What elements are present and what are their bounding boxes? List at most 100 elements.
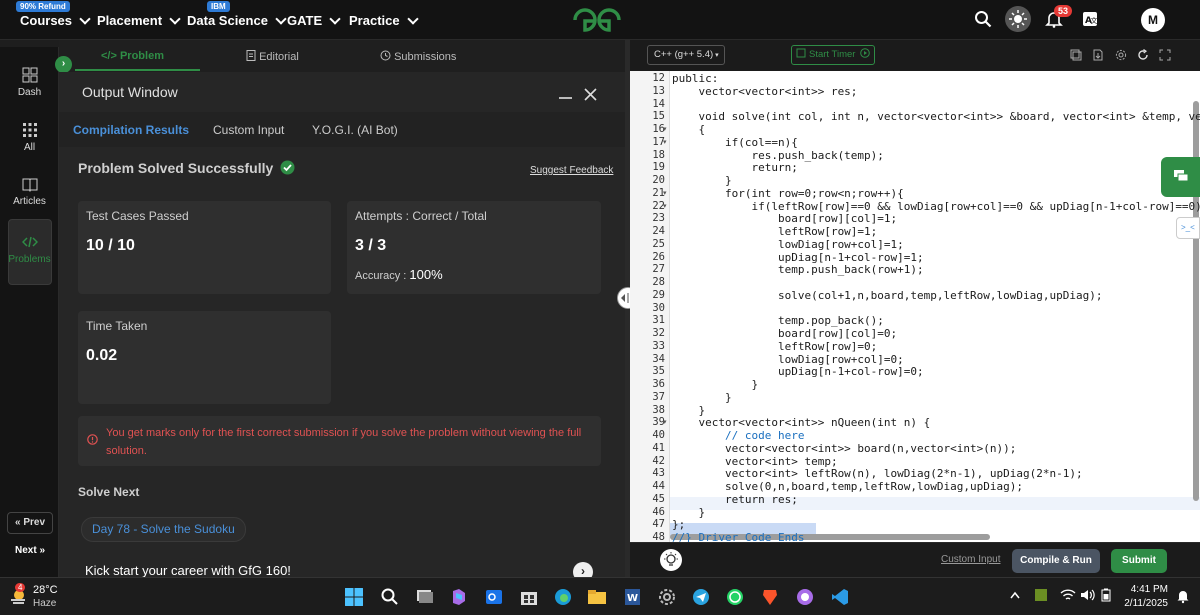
- suggest-feedback-link[interactable]: Suggest Feedback: [530, 165, 613, 176]
- sidebar-item-all[interactable]: All: [0, 122, 59, 153]
- vscode-icon[interactable]: [830, 587, 850, 607]
- code-editor[interactable]: 12 13 14 15 16 ▾ 17 ▾ 18 19 20 21 ▾ 22 ▾ 23 24 25 26 27 28 29…: [630, 71, 1200, 542]
- code-line[interactable]: res.push_back(temp);: [672, 149, 883, 162]
- fold-toggle-icon[interactable]: ▾: [663, 138, 667, 146]
- settings-icon[interactable]: [1115, 49, 1127, 61]
- translate-icon[interactable]: A文: [1082, 11, 1098, 27]
- code-line[interactable]: temp.push_back(row+1);: [672, 263, 924, 276]
- gfg-logo-icon[interactable]: [572, 7, 622, 33]
- code-line[interactable]: lowDiag[row+col]=1;: [672, 238, 904, 251]
- code-line[interactable]: // code here: [672, 429, 804, 442]
- nav-data-science[interactable]: Data Science: [187, 12, 287, 28]
- code-assist-icon[interactable]: >_<: [1176, 217, 1200, 239]
- next-button[interactable]: Next »: [7, 541, 53, 563]
- nav-courses[interactable]: Courses: [20, 12, 91, 28]
- code-line[interactable]: solve(col+1,n,board,temp,leftRow,lowDiag…: [672, 289, 1103, 302]
- code-line[interactable]: lowDiag[row+col]=0;: [672, 353, 904, 366]
- code-line[interactable]: {: [672, 123, 705, 136]
- code-line[interactable]: temp.pop_back();: [672, 314, 884, 327]
- code-line[interactable]: solve(0,n,board,temp,leftRow,lowDiag,upD…: [672, 480, 1023, 493]
- word-icon[interactable]: W: [622, 587, 642, 607]
- nav-gate[interactable]: GATE: [287, 12, 341, 28]
- telegram-icon[interactable]: [691, 587, 711, 607]
- close-icon[interactable]: [584, 88, 597, 101]
- code-line[interactable]: }: [672, 506, 705, 519]
- custom-input-link[interactable]: Custom Input: [941, 554, 1000, 565]
- language-select[interactable]: C++ (g++ 5.4) ▾: [647, 45, 725, 65]
- user-avatar[interactable]: M: [1141, 8, 1165, 32]
- sidebar-item-articles[interactable]: Articles: [0, 176, 59, 207]
- code-line[interactable]: }: [672, 378, 758, 391]
- fold-toggle-icon[interactable]: ▾: [663, 189, 667, 197]
- file-download-icon[interactable]: [1092, 49, 1104, 61]
- store-icon[interactable]: [519, 587, 539, 607]
- code-line[interactable]: }: [672, 404, 705, 417]
- notification-bell-icon[interactable]: [1176, 588, 1190, 604]
- code-line[interactable]: vector<vector<int>> res;: [672, 85, 857, 98]
- prev-button[interactable]: « Prev: [7, 512, 53, 534]
- tab-editorial[interactable]: Editorial: [246, 50, 299, 63]
- tab-problem[interactable]: </> Problem: [101, 50, 164, 62]
- edge-icon[interactable]: [553, 587, 573, 607]
- tab-submissions[interactable]: Submissions: [380, 50, 456, 63]
- expand-sidebar-icon[interactable]: ›: [55, 56, 72, 73]
- submit-button[interactable]: Submit: [1111, 549, 1167, 573]
- start-timer-button[interactable]: Start Timer: [791, 45, 875, 65]
- volume-icon[interactable]: [1080, 588, 1096, 602]
- subtab-compilation-results[interactable]: Compilation Results: [73, 123, 189, 137]
- code-line[interactable]: upDiag[n-1+col-row]=0;: [672, 365, 924, 378]
- code-line[interactable]: board[row][col]=0;: [672, 327, 897, 340]
- code-line[interactable]: vector<int> leftRow(n), lowDiag(2*n-1), …: [672, 467, 1083, 480]
- fold-toggle-icon[interactable]: ▾: [663, 418, 667, 426]
- code-line[interactable]: //} Driver Code Ends: [672, 531, 804, 542]
- sidebar-item-problems[interactable]: Problems: [0, 234, 59, 265]
- windows-start-icon[interactable]: [344, 587, 364, 607]
- code-line[interactable]: return res;: [672, 493, 798, 506]
- sidebar-item-dash[interactable]: Dash: [0, 67, 59, 98]
- fold-toggle-icon[interactable]: ▾: [663, 202, 667, 210]
- code-line[interactable]: return;: [672, 161, 797, 174]
- tray-app-icon[interactable]: [1034, 588, 1048, 602]
- nav-placement[interactable]: Placement: [97, 12, 181, 28]
- code-line[interactable]: void solve(int col, int n, vector<vector…: [672, 110, 1200, 123]
- code-line[interactable]: upDiag[n-1+col-row]=1;: [672, 251, 924, 264]
- battery-icon[interactable]: [1100, 588, 1112, 602]
- copy-icon[interactable]: [1070, 49, 1082, 61]
- code-line[interactable]: public:: [672, 72, 718, 85]
- code-line[interactable]: }: [672, 391, 732, 404]
- chevron-up-icon[interactable]: [1010, 591, 1020, 599]
- code-line[interactable]: board[row][col]=1;: [672, 212, 897, 225]
- wifi-icon[interactable]: [1060, 588, 1076, 602]
- theme-toggle-button[interactable]: [1005, 6, 1031, 32]
- whatsapp-icon[interactable]: [725, 587, 745, 607]
- code-line[interactable]: };: [672, 518, 685, 531]
- code-line[interactable]: for(int row=0;row<n;row++){: [672, 187, 904, 200]
- file-explorer-icon[interactable]: [587, 587, 607, 607]
- github-icon[interactable]: [795, 587, 815, 607]
- minimize-icon[interactable]: [559, 97, 572, 99]
- fullscreen-icon[interactable]: [1159, 49, 1171, 61]
- reset-icon[interactable]: [1137, 49, 1149, 61]
- code-line[interactable]: if(leftRow[row]==0 && lowDiag[row+col]==…: [672, 200, 1200, 213]
- subtab-custom-input[interactable]: Custom Input: [213, 123, 284, 137]
- search-icon[interactable]: [974, 10, 992, 28]
- task-view-icon[interactable]: [415, 587, 435, 607]
- next-problem-chip[interactable]: Day 78 - Solve the Sudoku: [81, 517, 246, 542]
- code-line[interactable]: if(col==n){: [672, 136, 798, 149]
- copilot-icon[interactable]: [449, 587, 469, 607]
- outlook-icon[interactable]: [484, 587, 504, 607]
- compile-run-button[interactable]: Compile & Run: [1012, 549, 1100, 573]
- brave-browser-icon[interactable]: [760, 587, 780, 607]
- lightbulb-button[interactable]: [660, 549, 682, 571]
- settings-gear-icon[interactable]: [657, 587, 677, 607]
- code-line[interactable]: leftRow[row]=1;: [672, 225, 877, 238]
- subtab-yogi-bot[interactable]: Y.O.G.I. (AI Bot): [312, 123, 398, 137]
- code-line[interactable]: vector<int> temp;: [672, 455, 838, 468]
- code-line[interactable]: vector<vector<int>> nQueen(int n) {: [672, 416, 930, 429]
- code-line[interactable]: }: [672, 174, 732, 187]
- fold-toggle-icon[interactable]: ▾: [663, 125, 667, 133]
- code-line[interactable]: vector<vector<int>> board(n,vector<int>(…: [672, 442, 1016, 455]
- nav-practice[interactable]: Practice: [349, 12, 419, 28]
- chat-widget-button[interactable]: [1161, 157, 1200, 197]
- code-line[interactable]: leftRow[row]=0;: [672, 340, 877, 353]
